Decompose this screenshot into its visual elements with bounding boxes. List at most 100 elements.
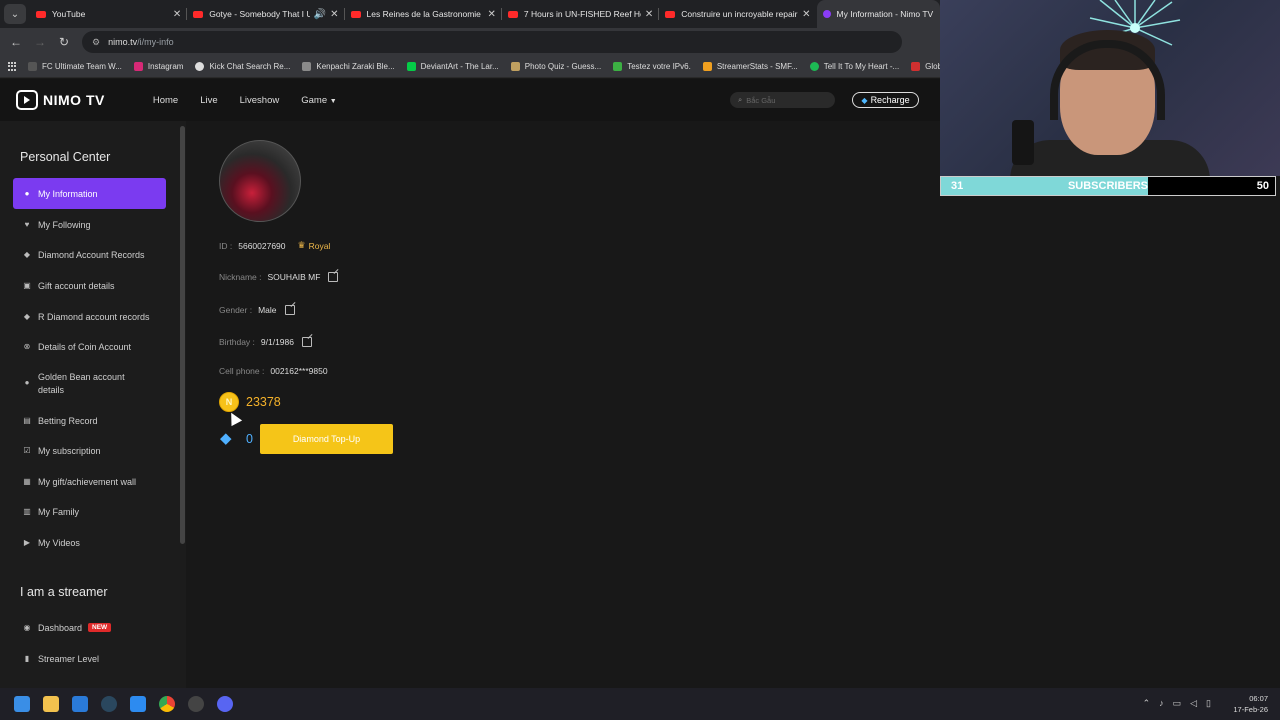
chrome-icon[interactable]: [159, 696, 175, 712]
sidebar-item-dashboard[interactable]: ◉ Dashboard NEW: [13, 612, 166, 643]
diamond-icon: ◆: [23, 312, 31, 321]
network-icon[interactable]: ▭: [1173, 698, 1191, 708]
personal-center-heading: Personal Center: [20, 150, 111, 164]
bookmark[interactable]: Tell It To My Heart -...: [809, 62, 899, 71]
sidebar-item-my-following[interactable]: ♥ My Following: [13, 209, 166, 240]
bookmark[interactable]: FC Ultimate Team W...: [28, 62, 122, 71]
diamond-topup-button[interactable]: Diamond Top-Up: [260, 424, 393, 454]
tab-title: Construire un incroyable repair: [681, 9, 798, 19]
browser-tab[interactable]: YouTube ✕: [30, 0, 188, 28]
speaker-icon[interactable]: 🔊: [314, 9, 326, 20]
close-icon[interactable]: ✕: [330, 9, 338, 20]
sidebar-item-my-videos[interactable]: ▶ My Videos: [13, 527, 166, 558]
subscriber-goal-bar: 31 SUBSCRIBERS 50: [940, 176, 1276, 196]
close-icon[interactable]: ✕: [173, 9, 181, 20]
sidebar-item-gift-account[interactable]: ▣ Gift account details: [13, 270, 166, 301]
system-tray[interactable]: ⌃♪▭◁▯: [1143, 698, 1220, 709]
sidebar-item-subscription[interactable]: ☑ My subscription: [13, 435, 166, 466]
youtube-icon: [350, 10, 361, 18]
steam-icon[interactable]: [101, 696, 117, 712]
rank-badge: ♛ Royal: [297, 240, 331, 251]
bookmarks-bar: FC Ultimate Team W... Instagram Kick Cha…: [0, 56, 940, 78]
search-input[interactable]: ⌕ Bắc Gẫu: [730, 92, 835, 108]
browser-tab[interactable]: Construire un incroyable repair ✕: [659, 0, 816, 28]
forward-arrow-icon[interactable]: →: [28, 35, 52, 49]
bookmark[interactable]: Photo Quiz - Guess...: [510, 62, 601, 71]
bookmark[interactable]: Testez votre IPv6.: [613, 62, 691, 71]
bookmark[interactable]: Globa: [911, 62, 940, 71]
sidebar-item-betting-record[interactable]: ▤ Betting Record: [13, 405, 166, 436]
file-explorer-icon[interactable]: [43, 696, 59, 712]
close-icon[interactable]: ✕: [645, 9, 653, 20]
bookmark[interactable]: DeviantArt - The Lar...: [406, 62, 499, 71]
gender-value: Male: [258, 305, 277, 315]
obs-icon[interactable]: [188, 696, 204, 712]
dashboard-icon: ◉: [23, 623, 31, 632]
sidebar-item-my-family[interactable]: ▥ My Family: [13, 496, 166, 527]
streamer-heading: I am a streamer: [20, 585, 108, 599]
url-input[interactable]: ⚙ nimo.tv/i/my-info: [82, 31, 902, 53]
deviantart-icon: [406, 62, 416, 71]
browser-tab[interactable]: 7 Hours in UN-FISHED Reef Ho ✕: [502, 0, 660, 28]
youtube-icon: [193, 10, 204, 18]
bookmark[interactable]: StreamerStats - SMF...: [702, 62, 798, 71]
edit-icon[interactable]: [302, 337, 312, 347]
nickname-value: SOUHAIB MF: [267, 272, 321, 282]
windows-start-icon[interactable]: [14, 696, 30, 712]
taskbar: ⌃♪▭◁▯ 06:07 17-Feb-26: [0, 688, 1280, 720]
streamerstats-icon: [702, 62, 712, 71]
volume-icon[interactable]: ◁: [1190, 698, 1206, 708]
sidebar-scrollbar[interactable]: [180, 126, 185, 544]
sidebar-item-streamer-level[interactable]: ▮ Streamer Level: [13, 643, 166, 674]
subscriber-goal: 50: [1256, 180, 1269, 192]
browser-tab[interactable]: Les Reines de la Gastronomie d ✕: [345, 0, 502, 28]
recharge-button[interactable]: ◆ Recharge: [852, 92, 919, 108]
phone-value: 002162***9850: [270, 366, 328, 376]
url-path: /i/my-info: [137, 37, 174, 47]
close-icon[interactable]: ✕: [487, 9, 495, 20]
bookmark[interactable]: Instagram: [133, 62, 183, 71]
tab-search-button[interactable]: ⌄: [4, 4, 26, 24]
bookmark[interactable]: Kenpachi Zaraki Ble...: [302, 62, 395, 71]
site-settings-icon[interactable]: ⚙: [92, 37, 100, 48]
browser-tab-active[interactable]: My Information - Nimo TV: [816, 0, 941, 28]
avatar[interactable]: [219, 140, 301, 222]
crown-icon: ♛: [297, 240, 306, 250]
nickname-row: Nickname : SOUHAIB MF: [219, 272, 339, 282]
nimo-logo[interactable]: NIMO TV: [16, 90, 105, 110]
sidebar-item-diamond-records[interactable]: ◆ Diamond Account Records: [13, 239, 166, 270]
sidebar-item-r-diamond[interactable]: ◆ R Diamond account records: [13, 301, 166, 332]
microphone-tray-icon[interactable]: ♪: [1159, 698, 1173, 708]
close-icon[interactable]: ✕: [802, 9, 810, 20]
address-bar: ← → ↻ ⚙ nimo.tv/i/my-info: [0, 28, 940, 56]
browser-tab[interactable]: Gotye - Somebody That I U 🔊 ✕: [187, 0, 345, 28]
tab-title: Les Reines de la Gastronomie d: [366, 9, 484, 19]
reload-icon[interactable]: ↻: [52, 35, 76, 49]
caret-down-icon: ▼: [329, 97, 337, 105]
trophy-icon: ▦: [23, 477, 31, 486]
app-icon[interactable]: [130, 696, 146, 712]
sidebar-item-coin-account[interactable]: ⊗ Details of Coin Account: [13, 331, 166, 362]
diamond-icon: ◆: [861, 95, 868, 105]
clock[interactable]: 06:07 17-Feb-26: [1233, 693, 1268, 715]
edit-icon[interactable]: [328, 272, 339, 282]
sidebar: Personal Center ● My Information ♥ My Foll…: [0, 121, 186, 688]
sidebar-item-golden-bean[interactable]: ● Golden Bean account details: [13, 366, 153, 402]
sidebar-item-my-information[interactable]: ● My Information: [13, 178, 166, 209]
chevron-down-icon: ⌄: [10, 8, 20, 20]
chevron-up-icon[interactable]: ⌃: [1143, 698, 1160, 708]
discord-icon[interactable]: [217, 696, 233, 712]
nav-live[interactable]: Live: [200, 95, 217, 106]
apps-grid-icon[interactable]: [8, 61, 18, 72]
nav-home[interactable]: Home: [153, 95, 178, 106]
check-icon: ☑: [23, 446, 31, 455]
nav-game[interactable]: Game ▼: [301, 95, 336, 106]
back-arrow-icon[interactable]: ←: [4, 35, 28, 49]
nav-liveshow[interactable]: Liveshow: [240, 95, 280, 106]
mail-icon[interactable]: [72, 696, 88, 712]
tab-title: YouTube: [51, 9, 86, 19]
edit-icon[interactable]: [284, 305, 295, 315]
sidebar-item-achievement-wall[interactable]: ▦ My gift/achievement wall: [13, 466, 166, 497]
bookmark[interactable]: Kick Chat Search Re...: [195, 62, 290, 71]
battery-icon[interactable]: ▯: [1206, 698, 1220, 708]
